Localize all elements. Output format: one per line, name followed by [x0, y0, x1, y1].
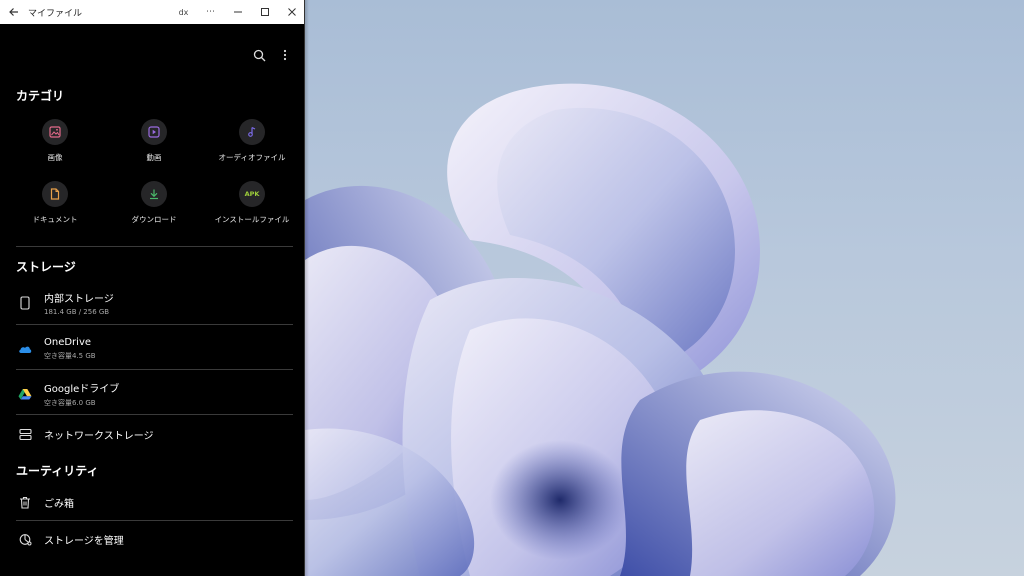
search-button[interactable]: [250, 44, 268, 66]
back-button[interactable]: [0, 0, 28, 24]
utility-item-label: ストレージを管理: [44, 535, 124, 547]
download-icon: [150, 189, 158, 200]
more-window-button[interactable]: ⋯: [197, 0, 224, 24]
categories-heading: カテゴリ: [16, 89, 65, 103]
category-label: インストールファイル: [214, 215, 290, 224]
music-icon: [248, 126, 256, 137]
close-button[interactable]: [278, 0, 304, 24]
dex-icon: dx: [178, 7, 189, 17]
category-label: ダウンロード: [131, 215, 177, 224]
storage-item-network[interactable]: ネットワークストレージ: [0, 424, 304, 444]
category-icon-bg: APK: [239, 181, 265, 207]
divider: [16, 369, 293, 370]
utility-item-manage-storage[interactable]: ストレージを管理: [0, 529, 304, 549]
back-arrow-icon: [9, 8, 18, 16]
category-label: 画像: [47, 153, 63, 162]
app-toolbar: [250, 44, 294, 66]
category-label: 動画: [146, 153, 162, 162]
document-icon: [50, 188, 60, 200]
maximize-icon: [260, 8, 269, 16]
category-icon-bg: [42, 181, 68, 207]
video-icon: [148, 126, 160, 138]
onedrive-icon: [19, 346, 32, 353]
storage-item-label: 内部ストレージ: [44, 294, 114, 305]
category-icon-bg: [239, 119, 265, 145]
storage-item-free-space: 空き容量6.0 GB: [44, 399, 96, 407]
storage-item-free-space: 空き容量4.5 GB: [44, 352, 96, 360]
category-label: ドキュメント: [32, 215, 78, 224]
trash-icon: [20, 496, 30, 509]
category-icon-bg: [42, 119, 68, 145]
minimize-button[interactable]: [224, 0, 251, 24]
divider: [16, 520, 293, 521]
storage-item-label: OneDrive: [44, 337, 92, 348]
category-documents[interactable]: ドキュメント: [5, 181, 105, 225]
storage-item-usage: 181.4 GB / 256 GB: [44, 308, 110, 316]
category-images[interactable]: 画像: [5, 119, 105, 163]
storage-item-google-drive[interactable]: Googleドライブ 空き容量6.0 GB: [0, 377, 304, 411]
minimize-icon: [233, 11, 242, 13]
more-options-button[interactable]: [276, 44, 294, 66]
category-downloads[interactable]: ダウンロード: [104, 181, 204, 225]
close-icon: [287, 8, 296, 16]
network-storage-icon: [18, 428, 32, 440]
title-bar: マイファイル dx ⋯: [0, 0, 304, 24]
utility-heading: ユーティリティ: [16, 464, 99, 478]
category-videos[interactable]: 動画: [104, 119, 204, 163]
phone-icon: [20, 296, 30, 310]
maximize-button[interactable]: [251, 0, 278, 24]
divider: [16, 414, 293, 415]
storage-heading: ストレージ: [16, 260, 76, 274]
apk-icon: APK: [244, 190, 260, 198]
my-files-window: マイファイル dx ⋯ カテゴリ 画像 動画 オーディオファイル ドキュメント …: [0, 0, 305, 576]
divider: [16, 324, 293, 325]
ellipsis-icon: ⋯: [206, 7, 215, 17]
search-icon: [253, 49, 265, 61]
category-install-files[interactable]: APK インストールファイル: [202, 181, 302, 225]
kebab-menu-icon: [283, 49, 287, 61]
utility-item-trash[interactable]: ごみ箱: [0, 492, 304, 512]
dex-button[interactable]: dx: [170, 0, 197, 24]
category-icon-bg: [141, 181, 167, 207]
storage-item-internal[interactable]: 内部ストレージ 181.4 GB / 256 GB: [0, 286, 304, 320]
utility-item-label: ごみ箱: [44, 498, 74, 510]
image-icon: [49, 126, 61, 138]
storage-item-label: ネットワークストレージ: [44, 430, 154, 442]
storage-manage-icon: [19, 533, 31, 545]
window-title: マイファイル: [28, 8, 83, 19]
storage-item-onedrive[interactable]: OneDrive 空き容量4.5 GB: [0, 332, 304, 366]
category-audio[interactable]: オーディオファイル: [202, 119, 302, 163]
window-shadow: [305, 0, 309, 576]
divider: [16, 246, 293, 247]
google-drive-icon: [18, 389, 32, 400]
storage-item-label: Googleドライブ: [44, 384, 120, 395]
category-icon-bg: [141, 119, 167, 145]
category-label: オーディオファイル: [218, 153, 286, 162]
